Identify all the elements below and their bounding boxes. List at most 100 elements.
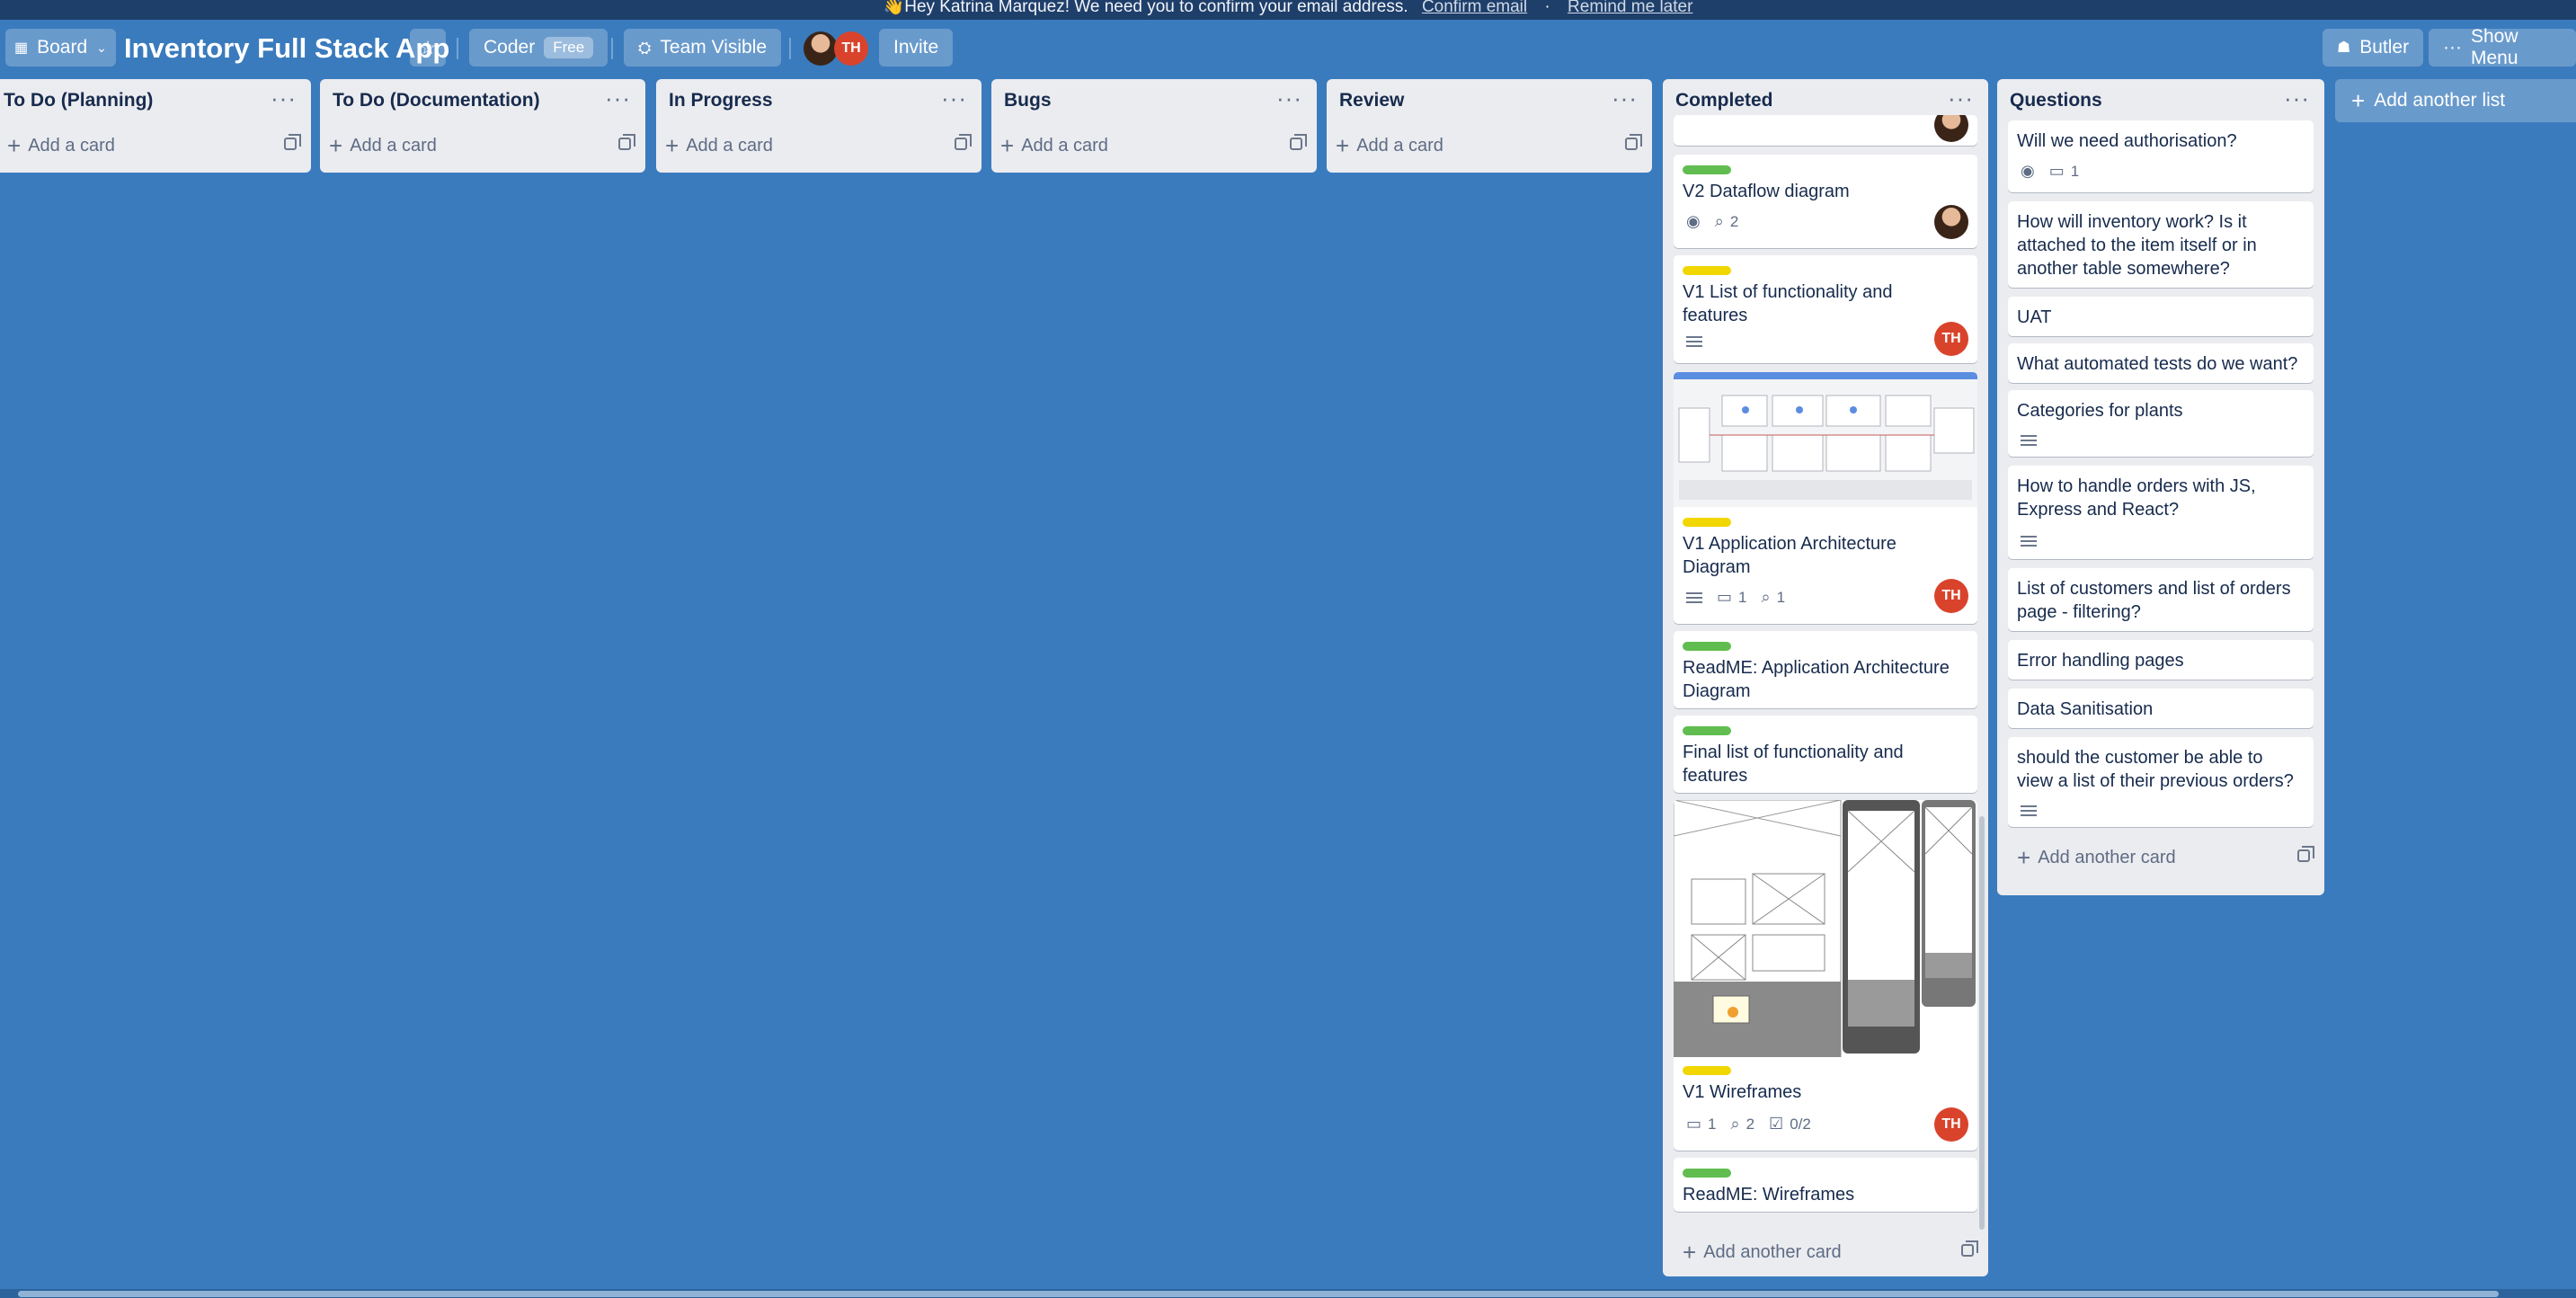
banner-separator: · [1544, 0, 1550, 16]
attachment-count: 1 [1776, 588, 1786, 606]
more-icon: ··· [2443, 37, 2462, 58]
eye-watching-icon: ◉ [1686, 212, 1701, 230]
board-view-label: Board [37, 37, 88, 58]
member-avatar-th: TH [1934, 322, 1968, 356]
list-title[interactable]: In Progress [669, 90, 773, 111]
show-menu-button[interactable]: ··· Show Menu [2429, 26, 2576, 68]
list-card[interactable]: What automated tests do we want? [2008, 343, 2314, 383]
visibility-button[interactable]: ⛭ Team Visible [624, 29, 782, 67]
email-confirm-banner: 👋Hey Katrina Marquez! We need you to con… [0, 0, 2576, 20]
list-menu-icon[interactable]: ··· [941, 84, 967, 112]
add-card-label: Add another card [1703, 1241, 1842, 1262]
plus-icon: + [2351, 86, 2366, 114]
list-card[interactable]: List of customers and list of orders pag… [2008, 568, 2314, 631]
list-menu-icon[interactable]: ··· [605, 84, 631, 112]
list-card[interactable]: How to handle orders with JS, Express an… [2008, 466, 2314, 559]
add-another-card-button[interactable]: + Add another card [1683, 1230, 1978, 1275]
list-menu-icon[interactable]: ··· [1948, 84, 1974, 112]
label-green [1683, 1169, 1731, 1178]
list-card[interactable]: Final list of functionality and features [1674, 716, 1977, 793]
card-title: V2 Dataflow diagram [1683, 182, 1850, 201]
card-title: Data Sanitisation [2017, 699, 2154, 719]
card-template-icon[interactable] [284, 134, 301, 150]
card-title: Final list of functionality and features [1683, 742, 1904, 786]
invite-button[interactable]: Invite [879, 29, 954, 67]
list-menu-icon[interactable]: ··· [1612, 84, 1638, 112]
add-card-button[interactable]: + Add a card [1336, 128, 1642, 164]
card-template-icon[interactable] [1961, 1240, 1978, 1257]
scrollbar-thumb[interactable] [18, 1291, 2499, 1297]
member-avatar [1934, 205, 1968, 239]
add-card-button[interactable]: + Add a card [665, 128, 972, 164]
star-icon: ☆ [419, 37, 437, 58]
list-card[interactable]: Will we need authorisation? ◉ ▭ 1 [2008, 120, 2314, 192]
list-questions: Questions ··· Will we need authorisation… [1997, 79, 2324, 895]
card-title: should the customer be able to view a li… [2017, 748, 2294, 791]
plan-badge: Free [544, 37, 594, 58]
list-card[interactable]: V1 Application Architecture Diagram ▭ 1 ⌕… [1674, 372, 1977, 624]
add-card-button[interactable]: + Add a card [1000, 128, 1307, 164]
list-menu-icon[interactable]: ··· [271, 84, 297, 112]
list-card[interactable]: ReadME: Application Architecture Diagram [1674, 631, 1977, 708]
card-template-icon[interactable] [1625, 134, 1642, 150]
card-template-icon[interactable] [2297, 846, 2314, 862]
list-card[interactable]: UAT [2008, 297, 2314, 336]
label-yellow [1683, 1066, 1731, 1075]
list-title[interactable]: Bugs [1004, 90, 1052, 111]
board-icon: ▦ [14, 40, 29, 56]
list-title[interactable]: Review [1339, 90, 1404, 111]
checklist-icon: ☑ [1769, 1115, 1784, 1133]
list-title[interactable]: Completed [1675, 90, 1773, 111]
member-avatar-katrina[interactable] [804, 31, 838, 66]
board-horizontal-scrollbar[interactable] [0, 1289, 2576, 1298]
card-title: What automated tests do we want? [2017, 354, 2298, 374]
list-card[interactable]: V1 List of functionality and features TH [1674, 255, 1977, 363]
wireframe-thumbnail [1674, 800, 1976, 1057]
list-review: Review ··· + Add a card [1327, 79, 1652, 173]
star-button[interactable]: ☆ [410, 29, 446, 67]
attachment-count: 2 [1729, 212, 1739, 230]
list-card[interactable]: V2 Dataflow diagram ◉ ⌕ 2 [1674, 155, 1977, 248]
team-name: Coder [484, 37, 536, 58]
list-title[interactable]: To Do (Planning) [4, 90, 153, 111]
card-title: V1 Wireframes [1683, 1082, 1802, 1102]
team-button[interactable]: Coder Free [469, 29, 608, 67]
list-scrollbar[interactable] [1979, 816, 1985, 1230]
confirm-email-link[interactable]: Confirm email [1422, 0, 1527, 16]
board-view-button[interactable]: ▦ Board ⌄ [5, 29, 116, 67]
add-card-button[interactable]: + Add a card [7, 128, 301, 164]
list-in-progress: In Progress ··· + Add a card [656, 79, 982, 173]
list-card[interactable]: Data Sanitisation [2008, 689, 2314, 728]
list-card[interactable]: ReadME: Wireframes [1674, 1158, 1977, 1212]
list-card[interactable]: should the customer be able to view a li… [2008, 737, 2314, 827]
add-card-label: Add a card [28, 135, 115, 156]
member-avatar-th[interactable]: TH [834, 31, 868, 66]
board-header: ▦ Board ⌄ Inventory Full Stack App ☆ Cod… [0, 23, 2576, 76]
eye-watching-icon: ◉ [2021, 162, 2035, 180]
description-icon [2021, 805, 2037, 816]
add-list-label: Add another list [2374, 90, 2506, 111]
label-green [1683, 726, 1731, 735]
list-title[interactable]: To Do (Documentation) [333, 90, 540, 111]
remind-later-link[interactable]: Remind me later [1568, 0, 1692, 16]
list-menu-icon[interactable]: ··· [2284, 84, 2310, 112]
add-card-label: Add a card [1356, 135, 1443, 156]
list-card[interactable]: Error handling pages [2008, 640, 2314, 680]
card-template-icon[interactable] [1290, 134, 1307, 150]
card-template-icon[interactable] [955, 134, 972, 150]
add-another-card-button[interactable]: + Add another card [2017, 840, 2314, 876]
list-card[interactable]: V1 Wireframes ▭ 1 ⌕ 2 ☑ 0/2 TH [1674, 800, 1977, 1151]
add-card-label: Add a card [350, 135, 437, 156]
list-card[interactable]: How will inventory work? Is it attached … [2008, 201, 2314, 288]
list-card-partial[interactable] [1674, 115, 1977, 146]
add-another-list-button[interactable]: + Add another list [2335, 79, 2576, 122]
add-card-button[interactable]: + Add a card [329, 128, 635, 164]
list-menu-icon[interactable]: ··· [1276, 84, 1302, 112]
list-card[interactable]: Categories for plants [2008, 390, 2314, 457]
list-bugs: Bugs ··· + Add a card [991, 79, 1317, 173]
card-template-icon[interactable] [618, 134, 635, 150]
butler-button[interactable]: ☗ Butler [2323, 29, 2424, 67]
list-title[interactable]: Questions [2010, 90, 2102, 111]
board-title[interactable]: Inventory Full Stack App [124, 32, 449, 65]
card-title: ReadME: Wireframes [1683, 1185, 1855, 1205]
